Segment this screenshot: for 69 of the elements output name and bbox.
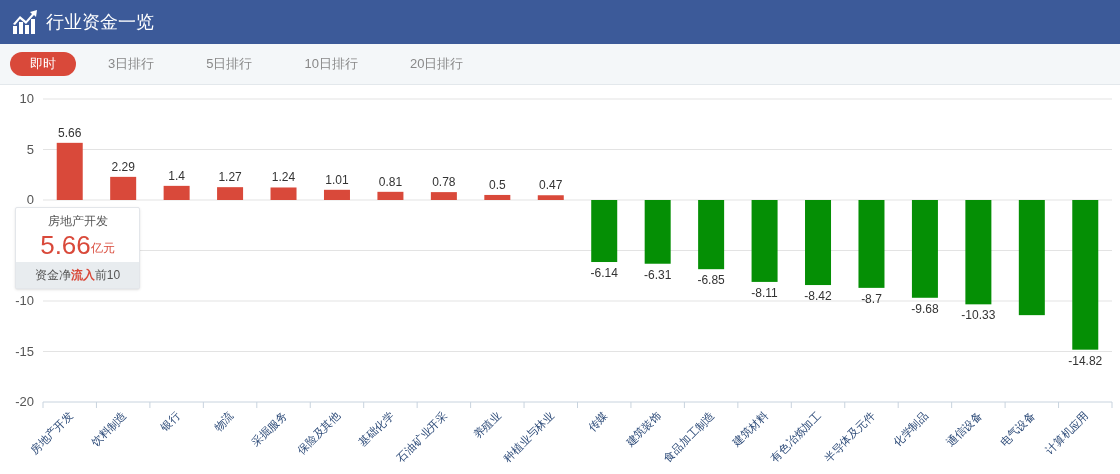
- value-label: -14.82: [1068, 353, 1103, 368]
- value-label: 0.47: [539, 178, 563, 193]
- bar: [217, 187, 244, 200]
- bar: [110, 176, 137, 200]
- tooltip-unit: 亿元: [90, 241, 115, 257]
- bar: [537, 195, 564, 200]
- x-axis-label: 电气设备: [997, 408, 1038, 449]
- value-label: -9.68: [911, 301, 939, 316]
- range-tab[interactable]: 5日排行: [186, 52, 273, 76]
- y-axis-label: -15: [15, 343, 34, 359]
- bar: [270, 187, 297, 200]
- value-label: -6.14: [590, 266, 618, 280]
- y-axis-label: 10: [19, 91, 34, 106]
- x-axis-label: 房地产开发: [27, 408, 76, 457]
- x-axis-label: 化学制品: [890, 408, 931, 449]
- x-axis-label: 计算机应用: [1043, 408, 1091, 457]
- page-title: 行业资金一览: [46, 10, 154, 34]
- x-axis-label: 种植业与林业: [501, 408, 557, 465]
- y-axis-label: -10: [15, 293, 34, 308]
- bar: [324, 189, 350, 200]
- x-axis-label: 保险及其他: [295, 408, 343, 457]
- value-label: 0.81: [378, 174, 403, 189]
- value-label: 0.5: [489, 177, 506, 192]
- range-tab[interactable]: 10日排行: [284, 52, 378, 76]
- bar: [591, 200, 618, 262]
- x-axis-label: 建筑装饰: [623, 408, 664, 449]
- tooltip-value: 5.66: [40, 230, 91, 260]
- value-label: -8.11: [751, 285, 778, 300]
- range-tab[interactable]: 即时: [10, 52, 76, 76]
- value-label: 1.4: [168, 168, 185, 183]
- value-label: 1.27: [218, 170, 242, 185]
- tooltip-footer-text: 资金净流入前10: [34, 267, 121, 284]
- bar: [644, 200, 671, 264]
- x-axis-label: 半导体及元件: [821, 408, 877, 465]
- y-axis-label: 0: [26, 192, 34, 207]
- x-axis-label: 石油矿业开采: [394, 408, 450, 465]
- x-axis-label: 饮料制造: [89, 408, 129, 449]
- x-axis-label: 建筑材料: [730, 408, 770, 449]
- y-axis-label: 5: [26, 141, 34, 157]
- value-label: 1.24: [271, 170, 296, 185]
- value-label: -10.33: [961, 308, 996, 323]
- value-label: 1.01: [325, 172, 349, 187]
- x-axis-label: 传媒: [585, 408, 610, 433]
- bar: [56, 142, 83, 200]
- value-label: -6.85: [697, 273, 725, 288]
- bar: [430, 192, 457, 200]
- x-axis-label: 有色冶炼加工: [768, 408, 824, 465]
- bar: [484, 194, 511, 200]
- x-axis-label: 通信设备: [944, 408, 984, 449]
- x-axis-label: 采掘服务: [249, 408, 289, 449]
- chart-trend-icon: [12, 10, 38, 34]
- x-axis-label: 食品加工制造: [661, 408, 717, 465]
- bar: [163, 185, 190, 200]
- x-axis-label: 银行: [158, 408, 183, 433]
- value-label: 2.29: [111, 159, 135, 174]
- x-axis-label: 物流: [211, 408, 236, 433]
- value-label: 0.78: [432, 175, 456, 190]
- y-axis-label: -20: [15, 394, 34, 409]
- bar: [698, 200, 725, 270]
- value-label: -6.31: [644, 267, 672, 282]
- range-tab[interactable]: 20日排行: [389, 52, 484, 76]
- x-axis-label: 基础化学: [356, 408, 396, 449]
- tooltip-title: 房地产开发: [47, 213, 108, 230]
- value-label: -8.7: [861, 291, 882, 306]
- value-label: 5.66: [58, 125, 82, 140]
- value-label: -8.42: [804, 289, 832, 304]
- x-axis-label: 养殖业: [470, 408, 503, 441]
- range-tab[interactable]: 3日排行: [88, 52, 175, 76]
- bar: [377, 191, 404, 200]
